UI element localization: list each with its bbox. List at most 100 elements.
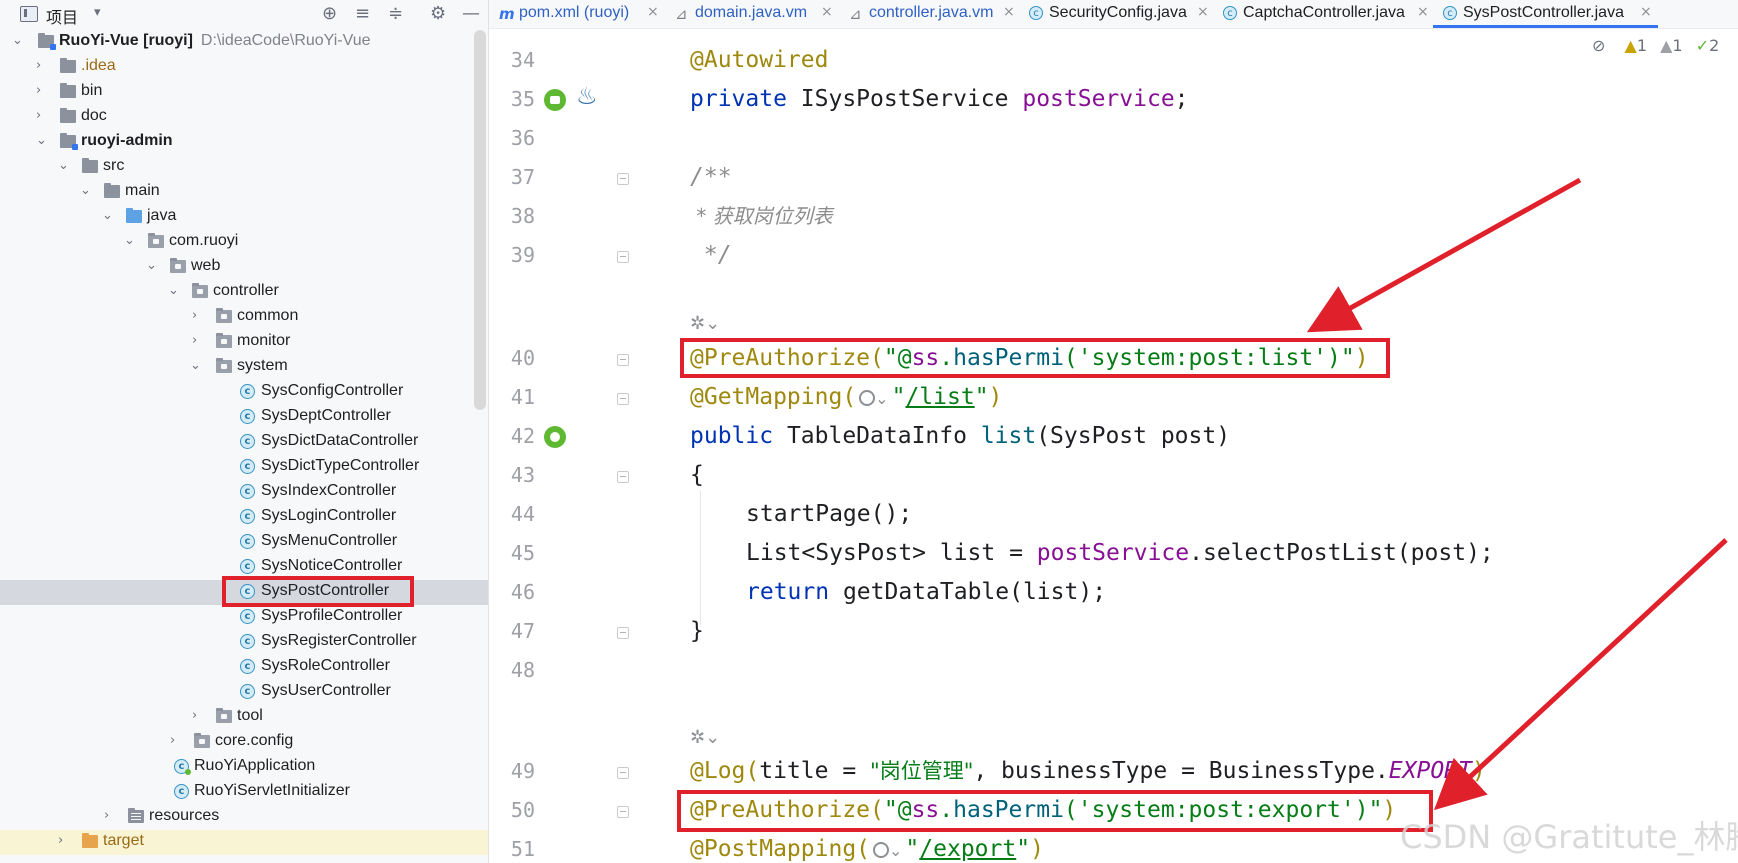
globe-icon[interactable]: ⌄ bbox=[859, 389, 889, 408]
tree-item-app-class[interactable]: c RuoYiApplication bbox=[0, 755, 488, 780]
close-icon[interactable]: × bbox=[1417, 4, 1429, 20]
tree-item-java[interactable]: ⌄ java bbox=[0, 205, 488, 230]
fold-icon[interactable] bbox=[617, 627, 629, 639]
target-icon[interactable]: ⊕ bbox=[322, 3, 337, 24]
fold-icon[interactable] bbox=[617, 393, 629, 405]
code-line-44[interactable]: startPage(); bbox=[746, 499, 912, 529]
tree-item-monitor[interactable]: › monitor bbox=[0, 330, 488, 355]
tree-item-idea[interactable]: › .idea bbox=[0, 55, 488, 80]
chevron-down-icon[interactable]: ⌄ bbox=[168, 283, 182, 298]
code-line-41[interactable]: @GetMapping(⌄ "/list") bbox=[690, 382, 1002, 414]
tree-item-class[interactable]: c SysDictTypeController bbox=[0, 455, 488, 480]
ai-hint-icon[interactable]: ✲⌄ bbox=[690, 727, 720, 748]
tab-captchacontroller-java[interactable]: c CaptchaController.java × bbox=[1213, 0, 1433, 28]
tab-controller-java-vm[interactable]: ⊿ controller.java.vm × bbox=[839, 0, 1015, 28]
chevron-right-icon[interactable]: › bbox=[104, 808, 118, 823]
tree-item-class[interactable]: c SysProfileController bbox=[0, 605, 488, 630]
fold-icon[interactable] bbox=[617, 354, 629, 366]
ai-hint-icon[interactable]: ✲⌄ bbox=[690, 313, 720, 334]
hide-eye-icon[interactable]: ⊘ bbox=[1592, 36, 1605, 55]
fold-icon[interactable] bbox=[617, 173, 629, 185]
fold-icon[interactable] bbox=[617, 471, 629, 483]
chevron-down-icon[interactable]: ⌄ bbox=[36, 133, 50, 148]
tree-item-ruoyi-admin[interactable]: ⌄ ruoyi-admin bbox=[0, 130, 488, 155]
tree-item-doc[interactable]: › doc bbox=[0, 105, 488, 130]
code-line-37[interactable]: /** bbox=[690, 162, 732, 192]
code-line-49[interactable]: @Log(title = "岗位管理", businessType = Busi… bbox=[690, 756, 1486, 786]
tree-item-class[interactable]: c SysRoleController bbox=[0, 655, 488, 680]
code-line-34[interactable]: @Autowired bbox=[690, 45, 828, 75]
tree-item-controller[interactable]: ⌄ controller bbox=[0, 280, 488, 305]
tree-item-class[interactable]: c SysConfigController bbox=[0, 380, 488, 405]
tree-item-target[interactable]: › target bbox=[0, 830, 488, 855]
chevron-right-icon[interactable]: › bbox=[192, 333, 206, 348]
close-icon[interactable]: × bbox=[1003, 4, 1015, 20]
chevron-right-icon[interactable]: › bbox=[36, 83, 50, 98]
tree-item-core-config[interactable]: › core.config bbox=[0, 730, 488, 755]
tree-item-class[interactable]: c SysIndexController bbox=[0, 480, 488, 505]
close-icon[interactable]: × bbox=[1640, 4, 1652, 20]
chevron-right-icon[interactable]: › bbox=[58, 833, 72, 848]
code-line-46[interactable]: return getDataTable(list); bbox=[746, 577, 1106, 607]
code-line-47[interactable]: } bbox=[690, 616, 704, 646]
code-line-42[interactable]: public TableDataInfo list(SysPost post) bbox=[690, 421, 1230, 451]
tree-item-system[interactable]: ⌄ system bbox=[0, 355, 488, 380]
chevron-right-icon[interactable]: › bbox=[170, 733, 184, 748]
tree-item-resources[interactable]: › resources bbox=[0, 805, 488, 830]
expand-all-icon[interactable]: ≡ bbox=[355, 3, 370, 24]
inspection-indicators[interactable]: ⊘ ▲1 ▲1 ✓2 bbox=[1592, 36, 1719, 55]
chevron-down-icon[interactable]: ⌄ bbox=[12, 33, 26, 48]
tree-item-class[interactable]: c SysDictDataController bbox=[0, 430, 488, 455]
gear-icon[interactable]: ⚙ bbox=[430, 3, 446, 24]
chevron-down-icon[interactable]: ▾ bbox=[94, 4, 101, 20]
chevron-down-icon[interactable]: ⌄ bbox=[80, 183, 94, 198]
tree-item-class[interactable]: c SysLoginController bbox=[0, 505, 488, 530]
tab-syspostcontroller-java[interactable]: c SysPostController.java × bbox=[1433, 0, 1658, 28]
tree-item-class[interactable]: c SysUserController bbox=[0, 680, 488, 705]
code-line-35[interactable]: private ISysPostService postService; bbox=[690, 84, 1189, 114]
tree-item-src[interactable]: ⌄ src bbox=[0, 155, 488, 180]
minimize-icon[interactable]: — bbox=[462, 3, 480, 24]
tree-item-tool[interactable]: › tool bbox=[0, 705, 488, 730]
close-icon[interactable]: × bbox=[1197, 4, 1209, 20]
navigate-to-bean-icon[interactable] bbox=[544, 89, 566, 111]
tree-item-ruoyi-vue[interactable]: ⌄ RuoYi-Vue [ruoyi] D:\ideaCode\RuoYi-Vue bbox=[0, 30, 488, 55]
chevron-right-icon[interactable]: › bbox=[192, 708, 206, 723]
code-line-39[interactable]: */ bbox=[690, 240, 732, 270]
tree-item-class[interactable]: c RuoYiServletInitializer bbox=[0, 780, 488, 805]
tree-item-common[interactable]: › common bbox=[0, 305, 488, 330]
chevron-down-icon[interactable]: ⌄ bbox=[146, 258, 160, 273]
close-icon[interactable]: × bbox=[647, 4, 659, 20]
chevron-down-icon[interactable]: ⌄ bbox=[102, 208, 116, 223]
tree-item-class[interactable]: c SysMenuController bbox=[0, 530, 488, 555]
code-line-38[interactable]: * 获取岗位列表 bbox=[690, 201, 832, 231]
fold-icon[interactable] bbox=[617, 806, 629, 818]
chevron-down-icon[interactable]: ⌄ bbox=[124, 233, 138, 248]
chevron-down-icon[interactable]: ⌄ bbox=[190, 358, 204, 373]
tab-securityconfig-java[interactable]: c SecurityConfig.java × bbox=[1019, 0, 1213, 28]
code-line-51[interactable]: @PostMapping(⌄ "/export") bbox=[690, 834, 1044, 863]
java-cup-icon[interactable]: ♨ bbox=[576, 82, 600, 112]
collapse-all-icon[interactable]: ≑ bbox=[388, 3, 403, 24]
fold-icon[interactable] bbox=[617, 251, 629, 263]
tree-item-class[interactable]: c SysRegisterController bbox=[0, 630, 488, 655]
tree-item-bin[interactable]: › bin bbox=[0, 80, 488, 105]
project-panel-title[interactable]: 项目 bbox=[46, 4, 78, 28]
tab-pom-xml[interactable]: m pom.xml (ruoyi) × bbox=[489, 0, 665, 28]
globe-icon[interactable]: ⌄ bbox=[873, 841, 902, 860]
tree-item-com-ruoyi[interactable]: ⌄ com.ruoyi bbox=[0, 230, 488, 255]
tree-item-class[interactable]: c SysDeptController bbox=[0, 405, 488, 430]
chevron-right-icon[interactable]: › bbox=[36, 108, 50, 123]
chevron-down-icon[interactable]: ⌄ bbox=[58, 158, 72, 173]
code-line-45[interactable]: List<SysPost> list = postService.selectP… bbox=[746, 538, 1494, 568]
tree-item-web[interactable]: ⌄ web bbox=[0, 255, 488, 280]
tree-item-main[interactable]: ⌄ main bbox=[0, 180, 488, 205]
code-line-43[interactable]: { bbox=[690, 460, 704, 490]
chevron-right-icon[interactable]: › bbox=[36, 58, 50, 73]
close-icon[interactable]: × bbox=[821, 4, 833, 20]
fold-icon[interactable] bbox=[617, 767, 629, 779]
endpoint-globe-icon[interactable] bbox=[544, 426, 566, 448]
tab-domain-java-vm[interactable]: ⊿ domain.java.vm × bbox=[665, 0, 839, 28]
project-scrollbar[interactable] bbox=[474, 30, 486, 410]
chevron-right-icon[interactable]: › bbox=[192, 308, 206, 323]
